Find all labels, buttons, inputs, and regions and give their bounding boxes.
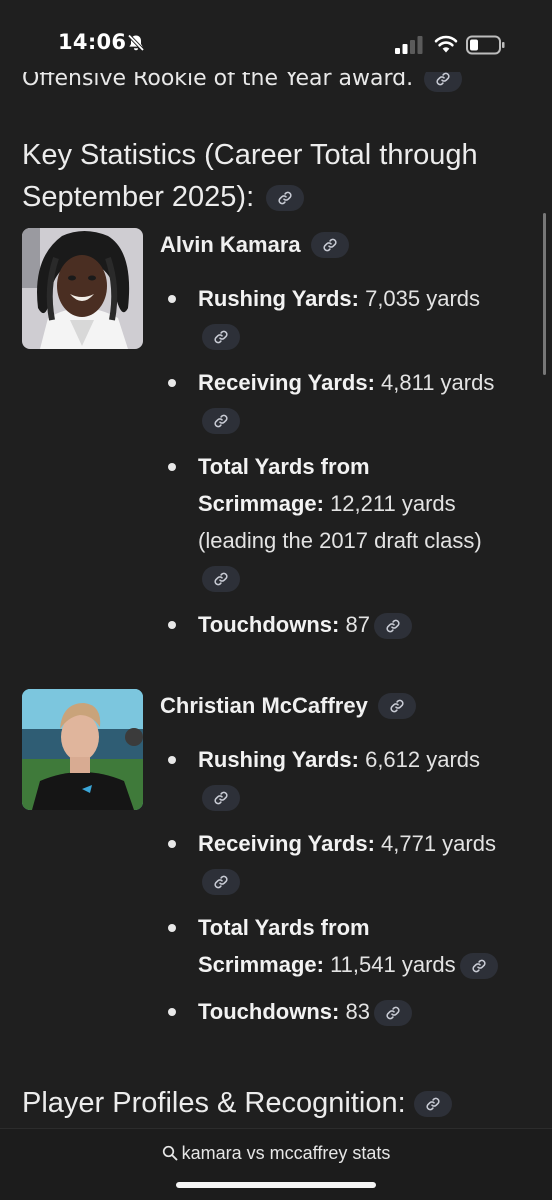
stat-label: Touchdowns: [198, 612, 340, 637]
search-query[interactable]: kamara vs mccaffrey stats [0, 1143, 552, 1164]
stat-value: 4,771 yards [374, 831, 496, 856]
status-time: 14:06 [58, 30, 127, 54]
stat-label: Rushing Yards: [198, 286, 359, 311]
link-chip[interactable] [202, 869, 240, 896]
stat-item: Touchdowns: 87 [160, 606, 500, 643]
stat-value: 87 [339, 612, 370, 637]
stat-item: Total Yards from Scrimmage: 11,541 yards [160, 909, 500, 983]
player-profiles-heading: Player Profiles & Recognition: [22, 1087, 452, 1120]
link-icon [214, 414, 228, 428]
link-chip[interactable] [413, 1090, 452, 1117]
key-statistics-heading-text: Key Statistics (Career Total through Sep… [22, 139, 478, 213]
link-icon [214, 330, 228, 344]
stat-item: Receiving Yards: 4,771 yards [160, 825, 500, 899]
stat-item: Total Yards from Scrimmage: 12,211 yards… [160, 448, 500, 596]
battery-icon [466, 35, 505, 55]
link-icon [386, 619, 400, 633]
bell-slash-icon [127, 34, 145, 52]
stat-label: Touchdowns: [198, 999, 340, 1024]
link-icon [386, 1006, 400, 1020]
stat-item: Rushing Yards: 6,612 yards [160, 741, 500, 815]
link-chip[interactable] [202, 785, 240, 812]
link-chip[interactable] [373, 1000, 412, 1027]
link-icon [472, 959, 486, 973]
scrollbar[interactable] [543, 213, 546, 375]
link-icon [278, 191, 292, 205]
link-icon [323, 238, 337, 252]
status-bar: 14:06 [0, 0, 552, 70]
player-name-text: Christian McCaffrey [160, 693, 368, 718]
link-icon [214, 875, 228, 889]
stats-list-mccaffrey: Rushing Yards: 6,612 yards Receiving Yar… [160, 741, 500, 1040]
player-photo-mccaffrey[interactable] [22, 689, 143, 810]
link-chip[interactable] [202, 566, 240, 593]
player-name-text: Alvin Kamara [160, 232, 301, 257]
cut-off-text: Offensive Rookie of the Year award. [22, 72, 414, 91]
link-icon [390, 699, 404, 713]
stat-item: Rushing Yards: 7,035 yards [160, 280, 500, 354]
stat-label: Receiving Yards: [198, 370, 375, 395]
link-chip[interactable] [310, 232, 349, 258]
link-icon [214, 791, 228, 805]
signal-icon [395, 36, 423, 54]
page: 14:06 Offensive Rookie of the Year award… [0, 0, 552, 1200]
stat-value: 6,612 yards [358, 747, 481, 772]
stat-value: 11,541 yards [323, 952, 456, 977]
player-name-mccaffrey: Christian McCaffrey [160, 693, 416, 719]
link-chip[interactable] [424, 72, 463, 92]
stat-value: 4,811 yards [374, 370, 495, 395]
stat-label: Rushing Yards: [198, 747, 359, 772]
stat-item: Touchdowns: 83 [160, 993, 500, 1030]
stats-list-kamara: Rushing Yards: 7,035 yards Receiving Yar… [160, 280, 500, 653]
stat-value: 7,035 yards [358, 286, 481, 311]
cut-off-text-line: Offensive Rookie of the Year award. [22, 72, 463, 94]
link-icon [214, 572, 228, 586]
link-icon [436, 72, 450, 86]
link-chip[interactable] [202, 408, 240, 435]
player-name-kamara: Alvin Kamara [160, 232, 349, 258]
search-icon [162, 1145, 178, 1161]
link-chip[interactable] [202, 324, 240, 351]
key-statistics-heading: Key Statistics (Career Total through Sep… [22, 134, 542, 218]
search-query-text: kamara vs mccaffrey stats [181, 1143, 391, 1163]
player-profiles-heading-text: Player Profiles & Recognition: [22, 1087, 406, 1119]
link-icon [426, 1097, 440, 1110]
bottom-search-bar[interactable]: kamara vs mccaffrey stats [0, 1128, 552, 1200]
link-chip[interactable] [266, 185, 305, 212]
link-chip[interactable] [373, 613, 412, 640]
home-indicator[interactable] [176, 1182, 376, 1188]
player-photo-kamara[interactable] [22, 228, 143, 349]
stat-label: Receiving Yards: [198, 831, 375, 856]
stat-value: 83 [339, 999, 370, 1024]
stat-item: Receiving Yards: 4,811 yards [160, 364, 500, 438]
link-chip[interactable] [459, 953, 498, 980]
wifi-icon [434, 35, 458, 53]
link-chip[interactable] [377, 693, 416, 719]
